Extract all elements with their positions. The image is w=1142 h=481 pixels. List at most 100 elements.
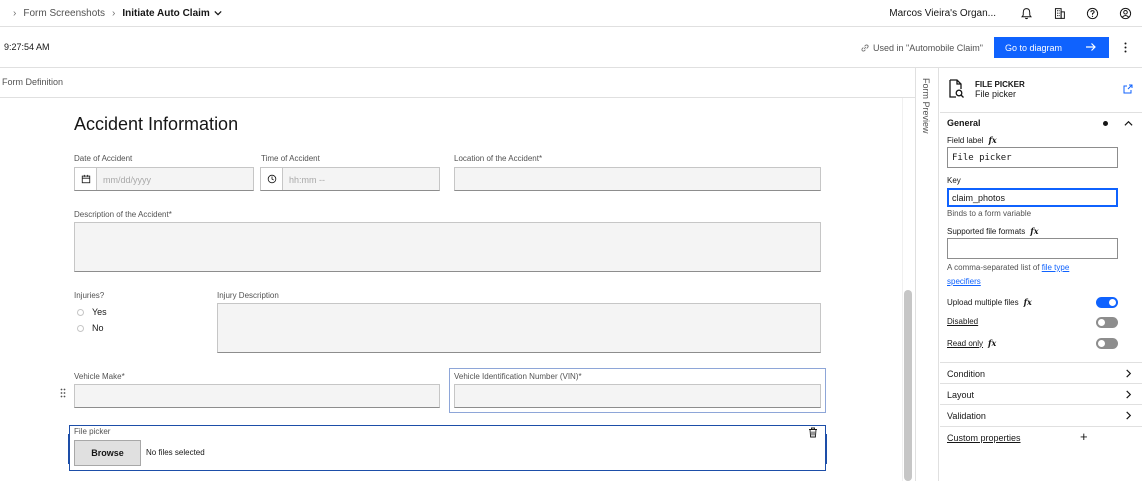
injuries-no-radio[interactable]: No	[77, 323, 104, 333]
component-type: FILE PICKER	[975, 80, 1025, 89]
section-title: Accident Information	[74, 114, 239, 134]
disabled-text: Disabled	[947, 317, 979, 326]
read-only-toggle[interactable]	[1096, 338, 1118, 349]
date-label: Date of Accident	[74, 154, 133, 163]
help-icon[interactable]	[1076, 0, 1109, 27]
used-in-text: Used in "Automobile Claim"	[873, 42, 983, 53]
location-label: Location of the Accident*	[454, 154, 543, 163]
injuries-label: Injuries?	[74, 291, 105, 300]
vin-input[interactable]	[454, 384, 821, 408]
chevron-right-icon[interactable]	[1124, 369, 1133, 378]
notification-bell-icon[interactable]	[1010, 0, 1043, 27]
resize-handle-right[interactable]	[825, 434, 827, 464]
key-label: Key	[947, 176, 961, 185]
breadcrumb-separator: ›	[13, 7, 17, 19]
fx-icon[interactable]: fx	[1030, 226, 1038, 236]
radio-circle[interactable]	[77, 324, 84, 332]
field-label-input[interactable]: File picker	[947, 147, 1118, 168]
vehicle-make-label: Vehicle Make*	[74, 372, 125, 381]
breadcrumb-form-screenshots[interactable]: Form Screenshots	[23, 8, 105, 19]
injuries-no-label: No	[92, 323, 104, 333]
key-input[interactable]: claim_photos	[947, 188, 1118, 207]
description-textarea[interactable]	[74, 222, 821, 272]
launch-icon[interactable]	[1123, 84, 1133, 94]
drag-handle-icon[interactable]	[60, 388, 66, 398]
custom-properties-section[interactable]: Custom properties +	[940, 426, 1142, 446]
chevron-right-icon[interactable]	[1124, 411, 1133, 420]
fx-icon[interactable]: fx	[988, 135, 996, 145]
chevron-down-icon[interactable]	[214, 9, 222, 17]
disabled-toggle[interactable]	[1096, 317, 1118, 328]
radio-circle[interactable]	[77, 308, 84, 316]
file-type-specifiers-link[interactable]: file type	[1042, 263, 1070, 272]
link-icon	[861, 44, 869, 51]
time-placeholder: hh:mm --	[289, 175, 325, 185]
validation-section[interactable]: Validation	[940, 404, 1142, 425]
fx-icon[interactable]: fx	[1024, 297, 1032, 307]
add-icon[interactable]: +	[1080, 429, 1088, 444]
form-canvas: Accident Information Date of Accident mm…	[0, 98, 902, 481]
file-search-icon	[949, 79, 964, 98]
form-preview-tab[interactable]: Form Preview	[915, 68, 939, 481]
canvas-scrollbar-thumb[interactable]	[904, 290, 912, 481]
vehicle-make-input[interactable]	[74, 384, 440, 408]
browse-button[interactable]: Browse	[74, 440, 141, 466]
breadcrumb-current[interactable]: Initiate Auto Claim	[122, 8, 209, 19]
component-name: File picker	[975, 89, 1017, 99]
breadcrumb-separator: ›	[112, 7, 116, 19]
toggle-knob	[1098, 319, 1105, 326]
panel-header: FILE PICKER File picker	[940, 68, 1142, 110]
general-label: General	[947, 118, 981, 128]
properties-panel: FILE PICKER File picker General Field la…	[940, 68, 1142, 481]
arrow-right-icon	[1086, 43, 1096, 51]
no-files-text: No files selected	[146, 448, 205, 457]
injuries-yes-radio[interactable]: Yes	[77, 307, 107, 317]
form-definition-header: Form Definition	[0, 68, 915, 98]
formats-helper-text: A comma-separated list of file type spec…	[947, 261, 1127, 289]
location-input[interactable]	[454, 167, 821, 191]
last-saved-time: 9:27:54 AM	[4, 42, 50, 52]
chevron-up-icon[interactable]	[1124, 119, 1133, 128]
file-picker-label: File picker	[74, 427, 111, 436]
toggle-knob	[1098, 340, 1105, 347]
upload-multiple-toggle[interactable]	[1096, 297, 1118, 308]
layout-section[interactable]: Layout	[940, 383, 1142, 404]
injuries-yes-label: Yes	[92, 307, 107, 317]
formats-helper-prefix: A comma-separated list of	[947, 263, 1040, 272]
resize-handle-left[interactable]	[68, 434, 70, 464]
clock-icon[interactable]	[261, 168, 283, 190]
description-label: Description of the Accident*	[74, 210, 172, 219]
chevron-right-icon[interactable]	[1124, 390, 1133, 399]
general-section-header[interactable]: General	[940, 112, 1142, 132]
go-to-diagram-button[interactable]: Go to diagram	[994, 37, 1109, 58]
injury-description-textarea[interactable]	[217, 303, 821, 353]
time-label: Time of Accident	[261, 154, 320, 163]
upload-multiple-label: Upload multiple files fx	[947, 297, 1032, 307]
date-input[interactable]: mm/dd/yyyy	[74, 167, 254, 191]
form-preview-label: Form Preview	[921, 78, 931, 134]
supported-formats-label: Supported file formats fx	[947, 226, 1038, 236]
field-label-label: Field label fx	[947, 135, 997, 145]
form-definition-label: Form Definition	[2, 77, 64, 87]
condition-section[interactable]: Condition	[940, 362, 1142, 383]
organization-name[interactable]: Marcos Vieira's Organ...	[889, 8, 996, 19]
supported-formats-input[interactable]	[947, 238, 1118, 259]
time-input[interactable]: hh:mm --	[260, 167, 440, 191]
building-icon[interactable]	[1043, 0, 1076, 27]
user-avatar-icon[interactable]	[1109, 0, 1142, 27]
read-only-label: Read only fx	[947, 338, 996, 348]
fx-icon[interactable]: fx	[988, 338, 996, 348]
calendar-icon[interactable]	[75, 168, 97, 190]
field-label-text: Field label	[947, 135, 984, 145]
file-type-specifiers-link-cont[interactable]: specifiers	[947, 277, 981, 286]
toolbar: 9:27:54 AM Used in "Automobile Claim" Go…	[0, 27, 1142, 68]
supported-formats-text: Supported file formats	[947, 226, 1026, 236]
disabled-label: Disabled	[947, 317, 978, 326]
condition-label: Condition	[947, 369, 986, 379]
used-in-link[interactable]: Used in "Automobile Claim"	[860, 27, 983, 68]
vin-label: Vehicle Identification Number (VIN)*	[454, 372, 582, 381]
trash-icon[interactable]	[808, 427, 818, 438]
layout-label: Layout	[947, 390, 975, 400]
read-only-text: Read only	[947, 338, 984, 348]
overflow-menu-icon[interactable]	[1118, 37, 1132, 58]
